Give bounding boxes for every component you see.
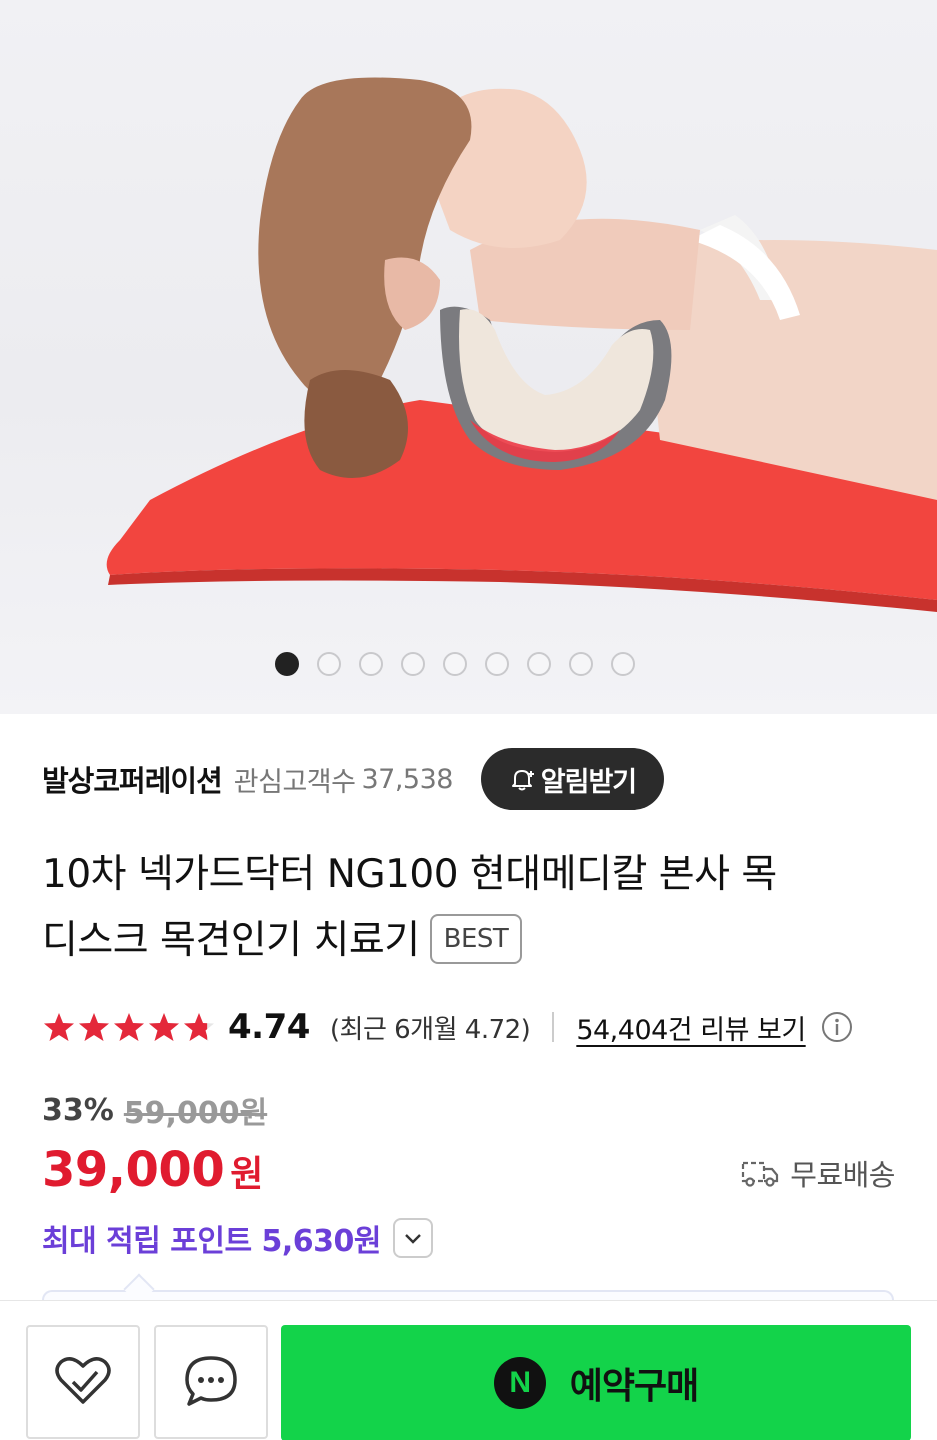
truck-icon bbox=[742, 1161, 779, 1187]
carousel-indicator[interactable] bbox=[0, 652, 937, 676]
points-expand-button[interactable] bbox=[393, 1218, 434, 1258]
alarm-button[interactable]: 알림받기 bbox=[480, 748, 664, 810]
discount-rate: 33% bbox=[42, 1092, 114, 1128]
wishlist-button[interactable] bbox=[26, 1325, 140, 1439]
star-rating bbox=[42, 1011, 216, 1043]
original-price: 59,000원 bbox=[123, 1096, 268, 1131]
shipping-label: 무료배송 bbox=[790, 1158, 895, 1192]
product-title: 10차 넥가드닥터 NG100 현대메디칼 본사 목 디스크 목견인기 치료기 B… bbox=[42, 842, 902, 974]
rating-value: 4.74 bbox=[228, 1007, 310, 1047]
review-link[interactable]: 54,404건 리뷰 보기 bbox=[576, 1008, 806, 1047]
carousel-dot[interactable] bbox=[485, 652, 509, 676]
star-icon bbox=[149, 1013, 179, 1041]
reserve-buy-label: 예약구매 bbox=[569, 1366, 699, 1407]
star-icon bbox=[44, 1013, 74, 1041]
seller-info: 발상코퍼레이션 관심고객수 37,538 알림받기 bbox=[42, 748, 937, 810]
sale-price-value: 39,000 bbox=[42, 1142, 225, 1198]
product-photo-illustration bbox=[106, 77, 937, 612]
carousel-dot[interactable] bbox=[401, 652, 425, 676]
chevron-down-icon bbox=[405, 1234, 421, 1244]
carousel-dot[interactable] bbox=[611, 652, 635, 676]
carousel-dot[interactable] bbox=[317, 652, 341, 676]
max-points: 최대 적립 포인트 5,630원 bbox=[42, 1224, 382, 1259]
best-badge: BEST bbox=[429, 913, 523, 964]
chat-bubble-icon bbox=[185, 1356, 237, 1406]
carousel-dot[interactable] bbox=[275, 652, 299, 676]
shipping-info: 무료배송 bbox=[740, 1152, 895, 1194]
heart-check-icon bbox=[55, 1357, 111, 1404]
points-row: 최대 적립 포인트 5,630원 bbox=[42, 1216, 434, 1260]
info-icon[interactable] bbox=[820, 1010, 854, 1044]
rating-row: 4.74 (최근 6개월 4.72) 54,404건 리뷰 보기 bbox=[42, 1004, 854, 1050]
reserve-buy-button[interactable]: N 예약구매 bbox=[281, 1325, 911, 1440]
star-icon bbox=[184, 1013, 214, 1041]
carousel-dot[interactable] bbox=[569, 652, 593, 676]
star-icon bbox=[114, 1013, 144, 1041]
product-title-line1: 10차 넥가드닥터 NG100 현대메디칼 본사 목 bbox=[42, 852, 777, 897]
recent-rating: (최근 6개월 4.72) bbox=[329, 1014, 531, 1045]
fans-count: 37,538 bbox=[361, 763, 453, 795]
alarm-button-label: 알림받기 bbox=[540, 766, 637, 798]
discount-row: 33% 59,000원 bbox=[42, 1088, 267, 1132]
carousel-dot[interactable] bbox=[359, 652, 383, 676]
bell-plus-icon bbox=[511, 770, 534, 791]
product-image[interactable] bbox=[0, 0, 937, 714]
naver-n-icon: N bbox=[493, 1357, 546, 1409]
divider bbox=[552, 1012, 555, 1042]
product-title-line2: 디스크 목견인기 치료기 bbox=[42, 918, 420, 963]
star-icon bbox=[79, 1013, 109, 1041]
talk-button[interactable] bbox=[154, 1325, 268, 1439]
carousel-dot[interactable] bbox=[443, 652, 467, 676]
seller-name[interactable]: 발상코퍼레이션 bbox=[42, 758, 223, 800]
sale-price: 39,000 원 bbox=[42, 1142, 263, 1198]
currency-label: 원 bbox=[230, 1154, 264, 1195]
bottom-action-bar: N 예약구매 bbox=[0, 1300, 937, 1440]
carousel-dot[interactable] bbox=[527, 652, 551, 676]
fans-label: 관심고객수 bbox=[233, 766, 356, 798]
